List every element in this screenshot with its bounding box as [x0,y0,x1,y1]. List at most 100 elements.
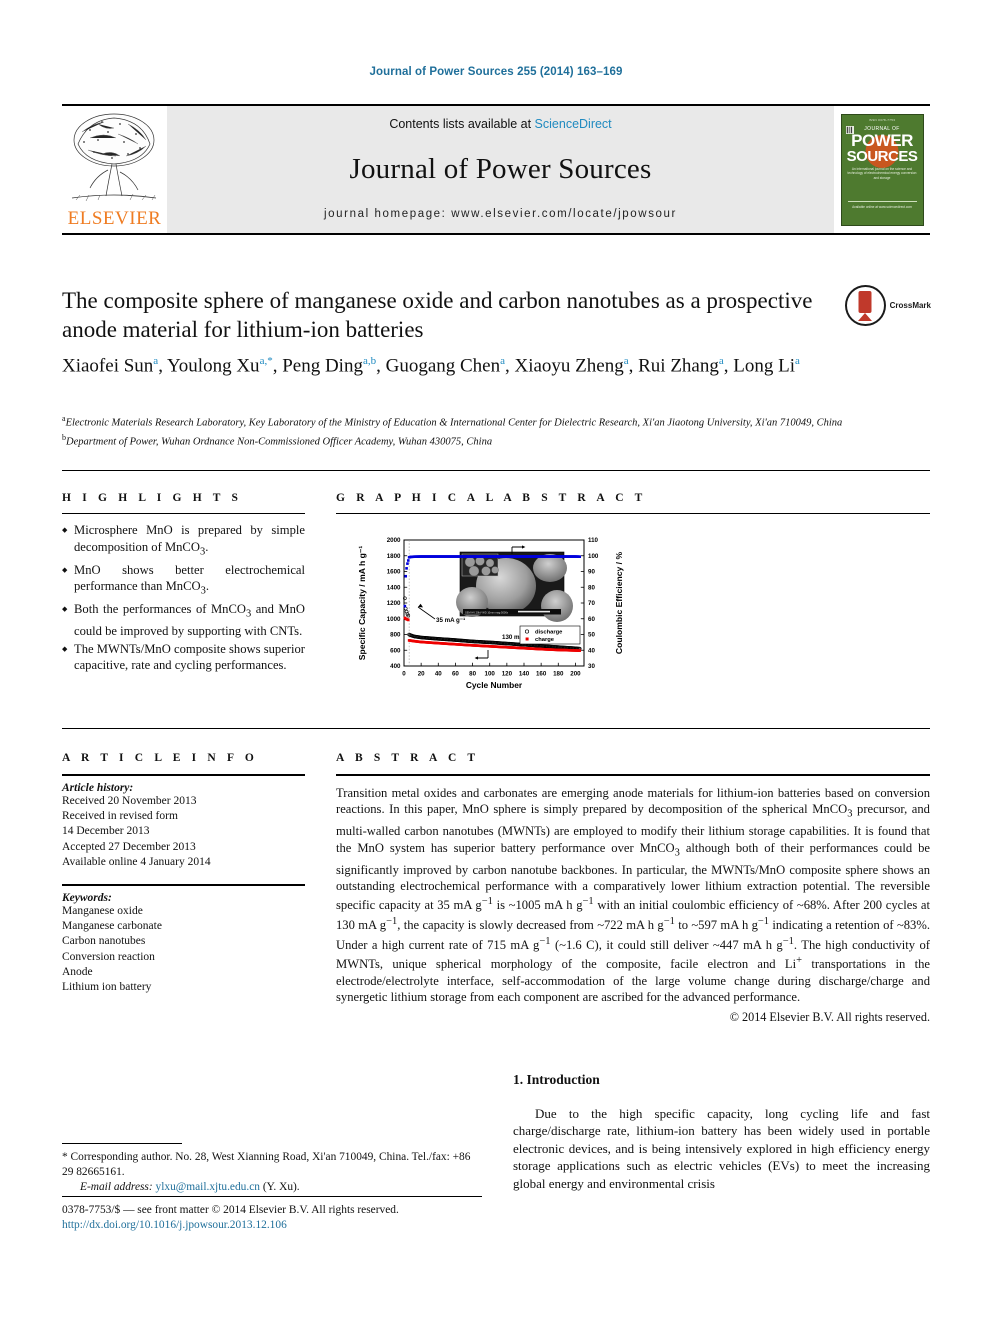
svg-text:800: 800 [390,632,401,639]
running-head: Journal of Power Sources 255 (2014) 163–… [369,66,623,78]
author-name-4: Xiaoyu Zheng [514,355,624,377]
email-suffix: (Y. Xu). [262,1181,300,1193]
highlight-item: Both the performances of MnCO3 and MnO c… [62,601,305,640]
highlight-text: MnO shows better electrochemical perform… [74,562,305,597]
svg-text:1600: 1600 [387,569,401,576]
svg-text:60: 60 [452,671,459,678]
graphical-abstract-heading: G R A P H I C A L A B S T R A C T [336,492,647,504]
journal-header: ELSEVIER Contents lists available at Sci… [62,106,930,233]
abstract-text: Transition metal oxides and carbonates a… [336,786,931,1005]
sciencedirect-link[interactable]: ScienceDirect [535,117,612,131]
cover-power-word: POWER [851,130,913,150]
crossmark-label: CrossMark [889,300,931,310]
svg-text:140: 140 [519,671,530,678]
svg-text:180: 180 [553,671,564,678]
svg-text:50: 50 [588,632,595,639]
affiliation-a: aElectronic Materials Research Laborator… [62,412,862,431]
highlights-heading: H I G H L I G H T S [62,492,243,504]
affiliation-text-b: Department of Power, Wuhan Ordnance Non-… [66,436,493,448]
article-history-2: 14 December 2013 [62,825,150,838]
journal-cover-thumb: ISSN 0378-7753 JOURNAL OF POWER SOURCES … [834,106,930,233]
svg-text:110: 110 [588,537,599,544]
author-list: Xiaofei Suna, Youlong Xua,*, Peng Dinga,… [62,355,800,377]
bottom-info-block: 0378-7753/$ — see front matter © 2014 El… [62,1203,532,1233]
author-name-0: Xiaofei Sun [62,355,154,377]
abstract-section: A B S T R A C T Transition metal oxides … [336,752,930,1025]
affiliation-b: bDepartment of Power, Wuhan Ordnance Non… [62,431,862,450]
bottom-divider [62,1196,482,1197]
svg-text:80: 80 [588,584,595,591]
svg-text:40: 40 [435,671,442,678]
svg-text:1400: 1400 [387,584,401,591]
author-name-6: Long Li [733,355,796,377]
highlight-item: MnO shows better electrochemical perform… [62,562,305,601]
abstract-rule [336,774,930,776]
author-marks-5: a [718,355,724,367]
svg-text:Cycle Number: Cycle Number [466,680,523,690]
journal-title-box: Contents lists available at ScienceDirec… [167,106,834,233]
svg-text:20: 20 [418,671,425,678]
svg-text:1200: 1200 [387,600,401,607]
author-marks-1: a,* [259,355,273,367]
cover-description: An international journal on the science … [847,166,917,180]
author-name-5: Rui Zhang [638,355,719,377]
graphical-abstract-figure: 0 20 40 60 80 100 120 140 160 180 200 400 600 800 1000… [352,526,632,696]
keywords-label: Keywords: [62,892,112,905]
article-history-3: Accepted 27 December 2013 [62,840,196,853]
cover-divider [847,200,917,202]
svg-text:400: 400 [390,663,401,670]
introduction-heading: 1. Introduction [513,1072,600,1087]
keyword-item: Manganese oxide [62,905,143,918]
journal-homepage[interactable]: journal homepage: www.elsevier.com/locat… [324,208,677,220]
corresponding-author-note: * Corresponding author. No. 28, West Xia… [62,1151,471,1178]
email-note: E-mail address: ylxu@mail.xjtu.edu.cn (Y… [62,1180,482,1195]
introduction-section: 1. Introduction Due to the high specific… [513,1072,930,1192]
crossmark-badge[interactable]: CrossMark [845,284,931,326]
affiliation-text-a: Electronic Materials Research Laboratory… [65,417,843,429]
author-marks-6: a [795,355,800,367]
svg-text:35 mA g⁻¹: 35 mA g⁻¹ [436,617,465,624]
graphical-abstract-section: G R A P H I C A L A B S T R A C T [336,492,930,514]
author-name-2: Peng Ding [282,355,363,377]
article-info-section: A R T I C L E I N F O Article history: R… [62,752,305,995]
svg-text:30: 30 [588,663,595,670]
author-marks-2: a,b [362,355,377,367]
paper-page: Journal of Power Sources 255 (2014) 163–… [0,0,992,1323]
svg-text:100: 100 [485,671,496,678]
svg-text:Coulombic Efficiency / %: Coulombic Efficiency / % [614,552,624,655]
article-info-rule [62,774,305,776]
author-name-3: Guogang Chen [385,355,501,377]
email-link[interactable]: ylxu@mail.xjtu.edu.cn [156,1181,260,1193]
article-history-1: Received in revised form [62,810,178,823]
page-title: The composite sphere of manganese oxide … [62,288,813,342]
journal-cover-art: ISSN 0378-7753 JOURNAL OF POWER SOURCES … [840,113,924,226]
svg-text:200: 200 [570,671,581,678]
highlights-list: Microsphere MnO is prepared by simple de… [62,522,305,674]
article-history-label: Article history: [62,782,134,794]
contents-available-line: Contents lists available at ScienceDirec… [389,117,611,131]
elsevier-tree-icon [71,113,157,202]
svg-text:60: 60 [588,616,595,623]
email-label: E-mail address: [80,1181,153,1193]
elsevier-wordmark: ELSEVIER [67,208,162,229]
elsevier-logo: ELSEVIER [62,106,167,233]
svg-text:70: 70 [588,600,595,607]
author-marks-4: a [623,355,629,367]
svg-text:0: 0 [402,671,406,678]
svg-text:Specific Capacity / mA h g⁻¹: Specific Capacity / mA h g⁻¹ [357,546,367,661]
article-history-4: Available online 4 January 2014 [62,855,211,868]
svg-text:160: 160 [536,671,547,678]
author-name-1: Youlong Xu [166,355,260,377]
keyword-item: Conversion reaction [62,950,155,963]
journal-name: Journal of Power Sources [349,153,652,185]
svg-text:120: 120 [502,671,513,678]
footnote-divider [62,1143,182,1144]
highlight-text: Microsphere MnO is prepared by simple de… [74,523,305,558]
doi-link[interactable]: http://dx.doi.org/10.1016/j.jpowsour.201… [62,1218,532,1233]
title-block: The composite sphere of manganese oxide … [62,286,822,344]
section-divider-top [62,470,930,471]
author-marks-0: a [153,355,159,367]
article-history-0: Received 20 November 2013 [62,795,197,807]
keyword-item: Carbon nanotubes [62,935,146,948]
highlight-text: Both the performances of MnCO3 and MnO c… [74,602,306,639]
